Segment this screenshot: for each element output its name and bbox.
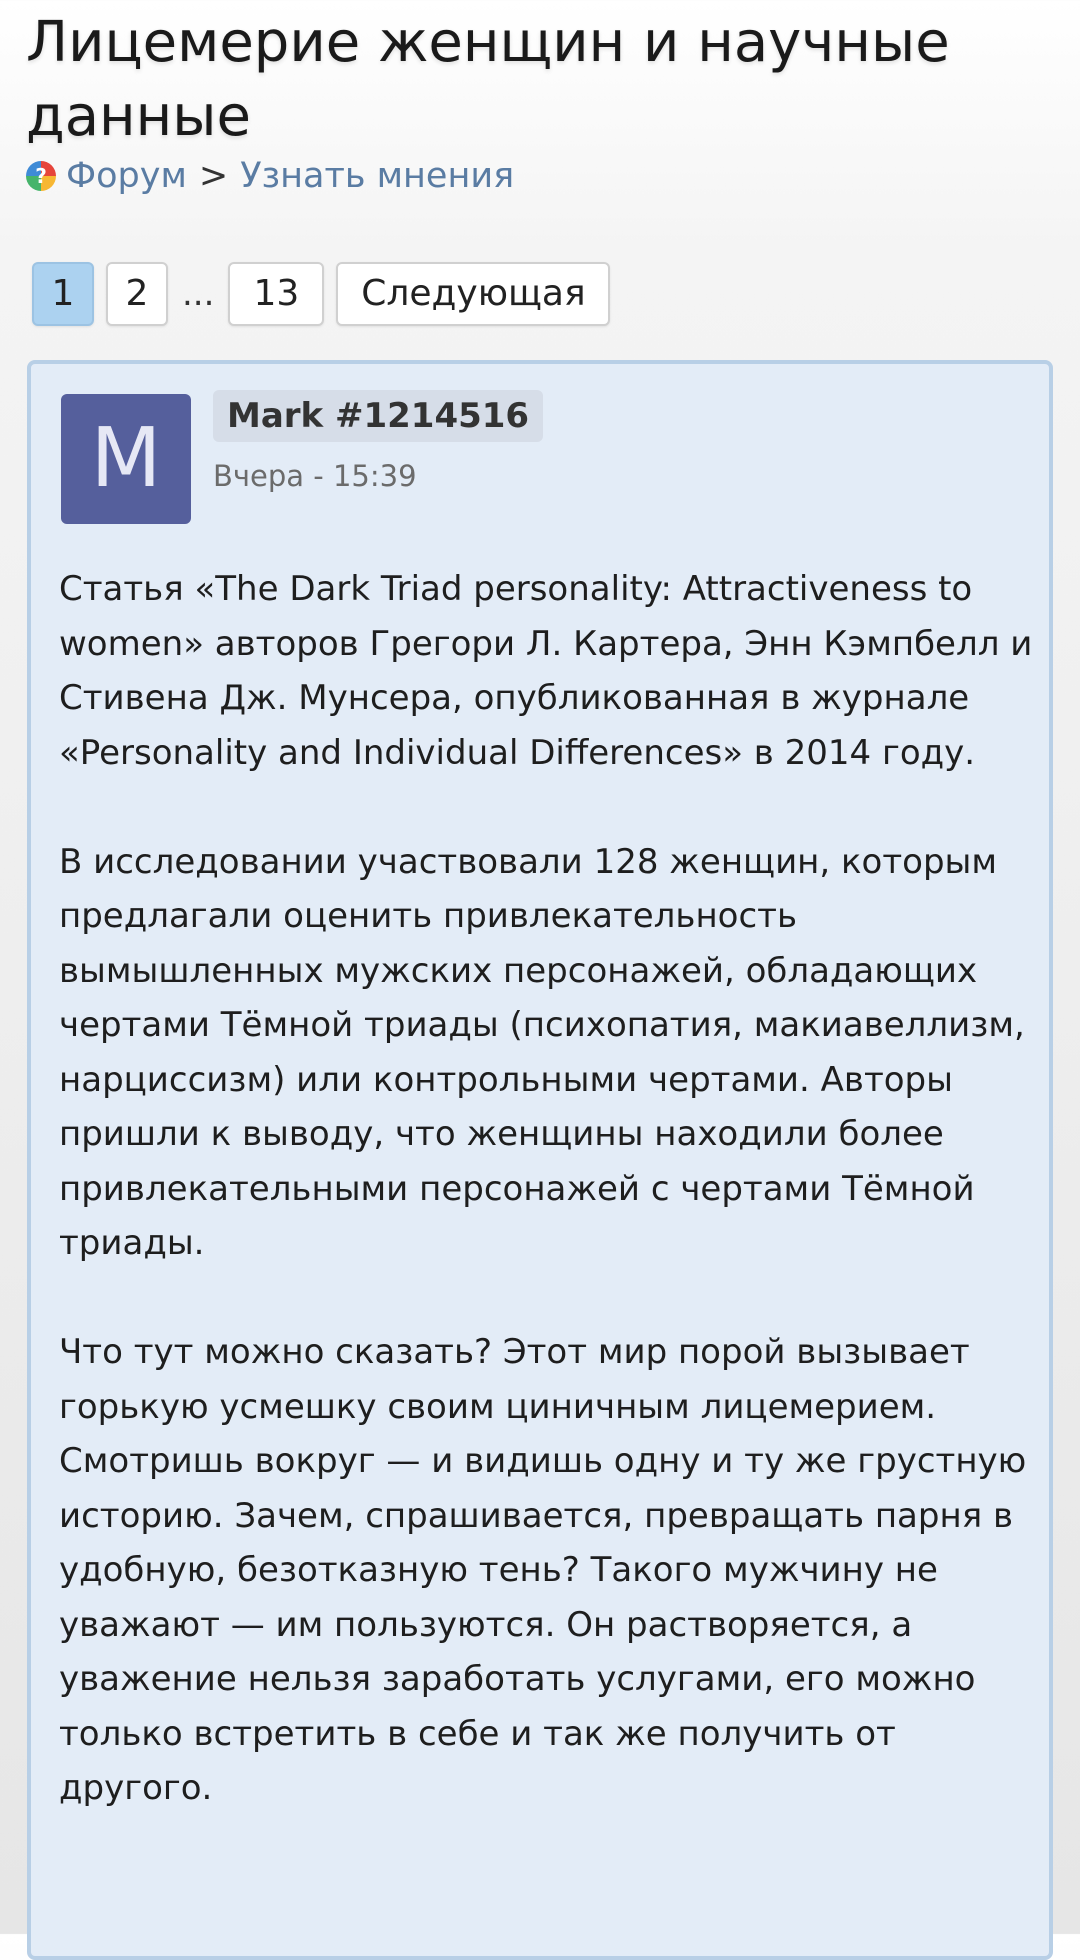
- post: M Mark #1214516 Вчера - 15:39 Статья «Th…: [27, 360, 1053, 1960]
- breadcrumb-forum-link[interactable]: Форум: [66, 152, 187, 200]
- pagination-ellipsis: ...: [182, 274, 215, 314]
- post-body: Статья «The Dark Triad personality: Attr…: [59, 569, 1033, 1808]
- avatar[interactable]: M: [61, 394, 191, 524]
- breadcrumb-section-link[interactable]: Узнать мнения: [240, 152, 514, 200]
- page-button-13[interactable]: 13: [228, 262, 325, 326]
- breadcrumb-separator: >: [198, 156, 229, 196]
- author-name[interactable]: Mark #1214516: [213, 390, 544, 442]
- next-page-button[interactable]: Следующая: [336, 262, 611, 326]
- page-title: Лицемерие женщин и научные данные: [26, 10, 950, 149]
- pagination: 1 2 ... 13 Следующая: [32, 262, 622, 326]
- page-button-2[interactable]: 2: [106, 262, 168, 326]
- page-button-1[interactable]: 1: [32, 262, 94, 326]
- forum-icon: ?: [26, 161, 56, 191]
- post-timestamp: Вчера - 15:39: [213, 459, 417, 493]
- breadcrumb: ? Форум > Узнать мнения: [26, 152, 514, 200]
